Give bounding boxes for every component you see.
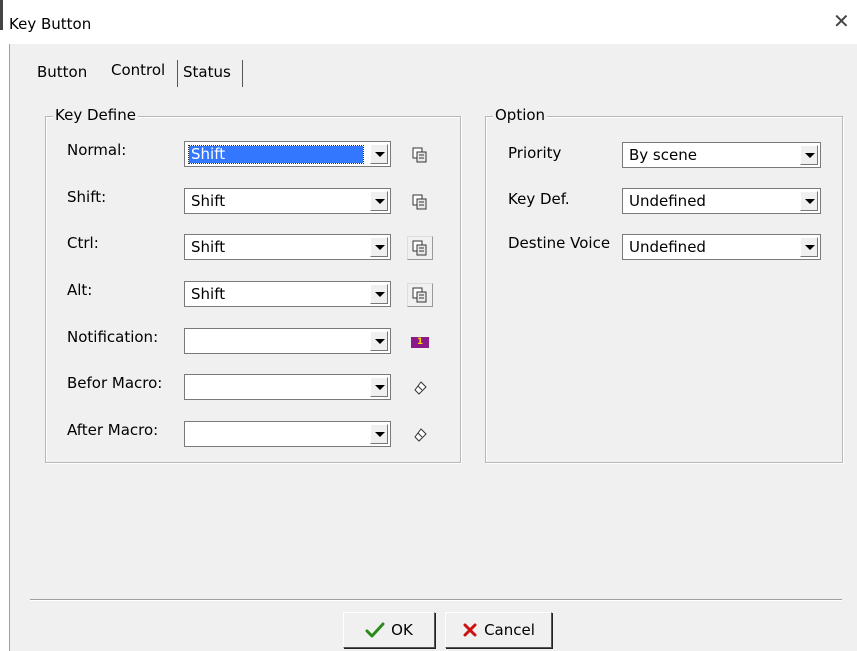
copy-icon xyxy=(412,240,427,256)
notification-combo[interactable] xyxy=(184,328,391,354)
notification-icon: 1 xyxy=(411,336,429,348)
shift-combo[interactable]: Shift xyxy=(184,188,391,214)
copy-button-ctrl[interactable] xyxy=(407,236,433,260)
tab-button[interactable]: Button xyxy=(37,63,87,81)
window-edge-marker xyxy=(0,0,3,30)
chevron-down-icon[interactable] xyxy=(370,191,388,211)
priority-value: By scene xyxy=(629,146,697,164)
ok-label: OK xyxy=(391,621,413,639)
chevron-down-icon[interactable] xyxy=(800,145,818,165)
tab-divider xyxy=(177,60,178,87)
alt-value: Shift xyxy=(191,285,226,303)
copy-icon xyxy=(412,147,427,163)
destine-voice-combo[interactable]: Undefined xyxy=(622,234,821,260)
window-title: Key Button xyxy=(9,15,92,33)
after-macro-label: After Macro: xyxy=(67,421,159,439)
title-bar xyxy=(0,0,857,48)
normal-combo[interactable]: Shift xyxy=(184,141,391,167)
shift-label: Shift: xyxy=(67,188,107,206)
check-icon xyxy=(365,622,385,638)
shift-value: Shift xyxy=(191,192,226,210)
destine-voice-label: Destine Voice xyxy=(508,234,611,252)
key-def-combo[interactable]: Undefined xyxy=(622,188,821,214)
key-def-label: Key Def. xyxy=(508,190,570,208)
tab-status[interactable]: Status xyxy=(183,63,231,81)
copy-icon xyxy=(412,194,427,210)
option-group xyxy=(485,116,843,463)
close-icon[interactable]: ✕ xyxy=(833,11,850,31)
befor-macro-combo[interactable] xyxy=(184,374,391,400)
tab-control[interactable]: Control xyxy=(111,61,165,79)
alt-combo[interactable]: Shift xyxy=(184,281,391,307)
befor-macro-label: Befor Macro: xyxy=(67,374,163,392)
copy-button-alt[interactable] xyxy=(407,283,433,307)
copy-button-shift[interactable] xyxy=(407,190,433,214)
priority-label: Priority xyxy=(508,144,562,162)
chevron-down-icon[interactable] xyxy=(370,424,388,444)
normal-label: Normal: xyxy=(67,141,127,159)
clear-after-macro-button[interactable] xyxy=(407,423,433,447)
chevron-down-icon[interactable] xyxy=(370,237,388,257)
eraser-icon xyxy=(414,381,427,395)
copy-button-normal[interactable] xyxy=(407,143,433,167)
priority-combo[interactable]: By scene xyxy=(622,142,821,168)
cancel-label: Cancel xyxy=(484,621,535,639)
cancel-button[interactable]: Cancel xyxy=(445,612,552,648)
eraser-icon xyxy=(414,428,427,442)
tab-divider xyxy=(242,60,243,87)
clear-befor-macro-button[interactable] xyxy=(407,376,433,400)
x-icon xyxy=(463,623,477,637)
ctrl-value: Shift xyxy=(191,238,226,256)
option-legend: Option xyxy=(493,106,548,124)
key-define-legend: Key Define xyxy=(53,106,138,124)
chevron-down-icon[interactable] xyxy=(370,284,388,304)
ok-button[interactable]: OK xyxy=(343,612,435,648)
chevron-down-icon[interactable] xyxy=(370,377,388,397)
after-macro-combo[interactable] xyxy=(184,421,391,447)
ctrl-combo[interactable]: Shift xyxy=(184,234,391,260)
copy-icon xyxy=(412,287,427,303)
chevron-down-icon[interactable] xyxy=(800,237,818,257)
chevron-down-icon[interactable] xyxy=(370,144,388,164)
destine-voice-value: Undefined xyxy=(629,238,706,256)
chevron-down-icon[interactable] xyxy=(370,331,388,351)
notification-label: Notification: xyxy=(67,328,159,346)
normal-value: Shift xyxy=(188,145,364,164)
notification-button[interactable]: 1 xyxy=(407,330,433,354)
alt-label: Alt: xyxy=(67,281,93,299)
bottom-separator-highlight xyxy=(30,600,842,601)
chevron-down-icon[interactable] xyxy=(800,191,818,211)
ctrl-label: Ctrl: xyxy=(67,234,99,252)
key-def-value: Undefined xyxy=(629,192,706,210)
